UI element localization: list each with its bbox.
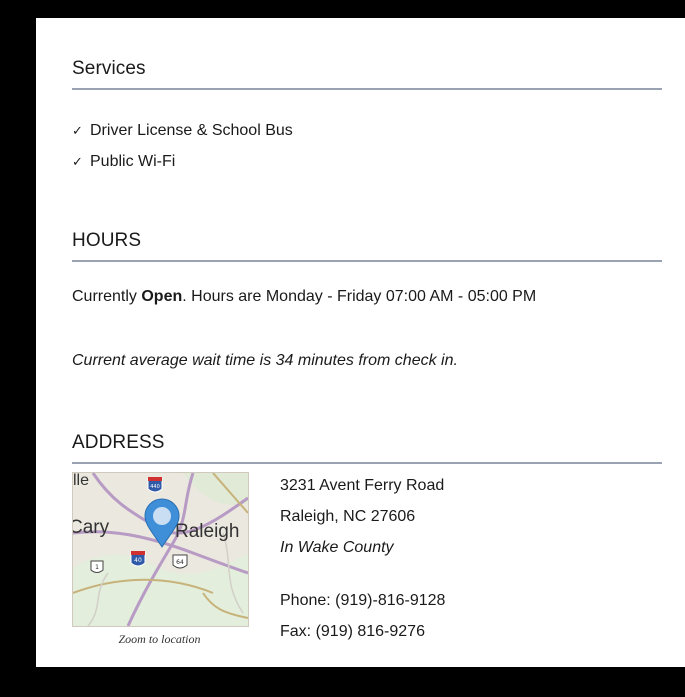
service-label: Driver License & School Bus	[90, 122, 293, 139]
hours-schedule: . Hours are Monday - Friday 07:00 AM - 0…	[182, 288, 537, 305]
map-graphic: 440 40 64 1 lle Cary Raleigh	[73, 473, 248, 626]
service-label: Public Wi-Fi	[90, 153, 176, 170]
city-state-zip: Raleigh, NC 27606	[280, 508, 416, 525]
window-frame-left	[0, 0, 36, 697]
service-item: ✓ Public Wi-Fi	[72, 146, 293, 177]
fax-number: Fax: (919) 816-9276	[280, 623, 425, 640]
wait-time-note: Current average wait time is 34 minutes …	[72, 352, 458, 369]
hours-prefix: Currently	[72, 288, 142, 305]
county: In Wake County	[280, 539, 394, 556]
location-detail-panel: Services ✓ Driver License & School Bus ✓ P…	[36, 18, 685, 667]
services-list: ✓ Driver License & School Bus ✓ Public Wi-…	[72, 115, 293, 177]
shield-440-icon: 440	[147, 477, 163, 493]
shield-1-label: 1	[95, 564, 99, 571]
address-heading: ADDRESS	[72, 432, 662, 464]
map-label-cary: Cary	[73, 517, 110, 538]
shield-1-icon: 1	[90, 560, 104, 573]
map-label-raleigh: Raleigh	[175, 521, 239, 542]
check-icon: ✓	[72, 123, 83, 138]
window-frame-bottom	[0, 667, 685, 697]
window-frame-top	[0, 0, 685, 18]
open-status: Open	[141, 288, 183, 305]
shield-40-icon: 40	[130, 551, 146, 567]
shield-40-label: 40	[134, 557, 142, 564]
map-label-edge: lle	[73, 473, 89, 489]
shield-64-icon: 64	[172, 554, 188, 569]
service-item: ✓ Driver License & School Bus	[72, 115, 293, 146]
shield-64-label: 64	[176, 559, 184, 566]
street-address: 3231 Avent Ferry Road	[280, 477, 445, 494]
hours-heading: HOURS	[72, 230, 662, 262]
phone-number[interactable]: Phone: (919)-816-9128	[280, 592, 445, 610]
zoom-to-location-link[interactable]: Zoom to location	[72, 632, 247, 647]
services-heading: Services	[72, 58, 662, 90]
hours-status: Currently Open. Hours are Monday - Frida…	[72, 288, 536, 306]
check-icon: ✓	[72, 154, 83, 169]
location-map[interactable]: 440 40 64 1 lle Cary Raleigh	[72, 472, 249, 627]
shield-440-label: 440	[150, 484, 160, 490]
